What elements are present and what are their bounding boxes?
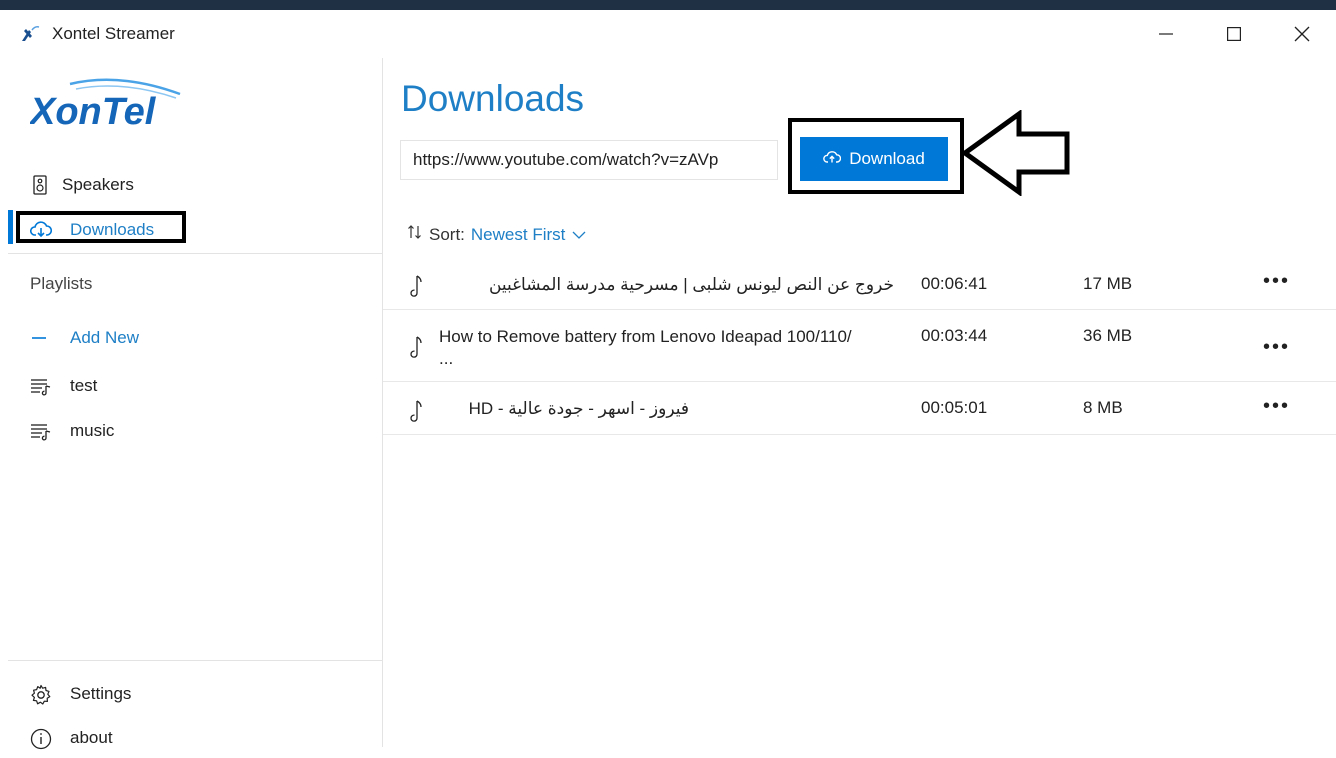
music-note-icon bbox=[409, 335, 425, 359]
arrow-left-annotation-icon bbox=[959, 109, 1075, 201]
window-title: Xontel Streamer bbox=[52, 24, 175, 43]
item-size: 36 MB bbox=[1083, 326, 1133, 345]
info-icon bbox=[30, 728, 52, 750]
add-new-playlist-button[interactable]: Add New bbox=[8, 318, 382, 358]
item-title: How to Remove battery from Lenovo Ideapa… bbox=[439, 327, 852, 368]
item-duration: 00:05:01 bbox=[921, 398, 988, 417]
item-size: 8 MB bbox=[1083, 398, 1123, 417]
xontel-logo: XonTel bbox=[28, 76, 190, 141]
sidebar-footer-divider bbox=[8, 660, 382, 661]
sort-value[interactable]: Newest First bbox=[471, 225, 565, 245]
title-bar: Xontel Streamer bbox=[8, 10, 1336, 59]
sidebar-divider bbox=[8, 253, 382, 254]
minimize-button[interactable] bbox=[1132, 10, 1200, 58]
close-button[interactable] bbox=[1268, 10, 1336, 58]
add-new-label: Add New bbox=[70, 328, 139, 347]
url-input[interactable] bbox=[400, 140, 778, 180]
minus-icon bbox=[30, 328, 50, 348]
sort-label: Sort: bbox=[429, 224, 465, 244]
item-title: خروج عن النص ليونس شلبى | مسرحية مدرسة ا… bbox=[488, 275, 894, 294]
item-duration: 00:03:44 bbox=[921, 326, 988, 345]
list-item[interactable]: How to Remove battery from Lenovo Ideapa… bbox=[383, 310, 1336, 382]
gear-icon bbox=[30, 684, 51, 705]
app-window: Xontel Streamer XonTel Speakers Download… bbox=[0, 0, 1336, 750]
item-duration: 00:06:41 bbox=[921, 274, 988, 293]
page-title: Downloads bbox=[401, 78, 585, 119]
list-item[interactable]: فيروز - اسهر - جودة عالية - HD 00:05:01 … bbox=[383, 382, 1336, 435]
cloud-upload-icon bbox=[823, 149, 842, 169]
highlight-box-downloads bbox=[16, 211, 186, 243]
xontel-app-icon bbox=[20, 24, 40, 44]
playlist-icon bbox=[30, 421, 51, 441]
about-label: about bbox=[70, 728, 113, 747]
maximize-button[interactable] bbox=[1200, 10, 1268, 58]
more-options-button[interactable]: ••• bbox=[1263, 336, 1290, 359]
music-note-icon bbox=[409, 274, 425, 298]
playlist-label: music bbox=[70, 421, 115, 440]
main-content: Downloads Download bbox=[383, 58, 1336, 747]
sidebar: XonTel Speakers Downloads Playlists Add … bbox=[8, 58, 383, 750]
playlists-heading: Playlists bbox=[30, 274, 93, 293]
svg-text:XonTel: XonTel bbox=[30, 91, 157, 133]
sort-icon bbox=[407, 224, 423, 245]
download-button-label: Download bbox=[849, 149, 925, 168]
settings-label: Settings bbox=[70, 684, 132, 703]
playlist-item-music[interactable]: music bbox=[8, 411, 382, 451]
list-item[interactable]: خروج عن النص ليونس شلبى | مسرحية مدرسة ا… bbox=[383, 254, 1336, 310]
music-note-icon bbox=[409, 399, 425, 423]
download-button[interactable]: Download bbox=[800, 137, 948, 181]
nav-item-speakers-label: Speakers bbox=[62, 175, 134, 194]
more-options-button[interactable]: ••• bbox=[1263, 270, 1290, 293]
about-button[interactable]: about bbox=[8, 718, 382, 758]
speaker-icon bbox=[30, 175, 50, 195]
settings-button[interactable]: Settings bbox=[8, 674, 382, 714]
nav-item-speakers[interactable]: Speakers bbox=[8, 165, 382, 205]
more-options-button[interactable]: ••• bbox=[1263, 395, 1290, 418]
item-title: فيروز - اسهر - جودة عالية - HD bbox=[468, 399, 689, 418]
playlist-label: test bbox=[70, 376, 98, 395]
sort-control[interactable]: Sort: Newest First bbox=[407, 224, 587, 245]
window-top-edge bbox=[0, 0, 1336, 10]
chevron-down-icon[interactable] bbox=[571, 225, 587, 245]
playlist-icon bbox=[30, 376, 51, 396]
playlist-item-test[interactable]: test bbox=[8, 366, 382, 406]
item-size: 17 MB bbox=[1083, 274, 1133, 293]
